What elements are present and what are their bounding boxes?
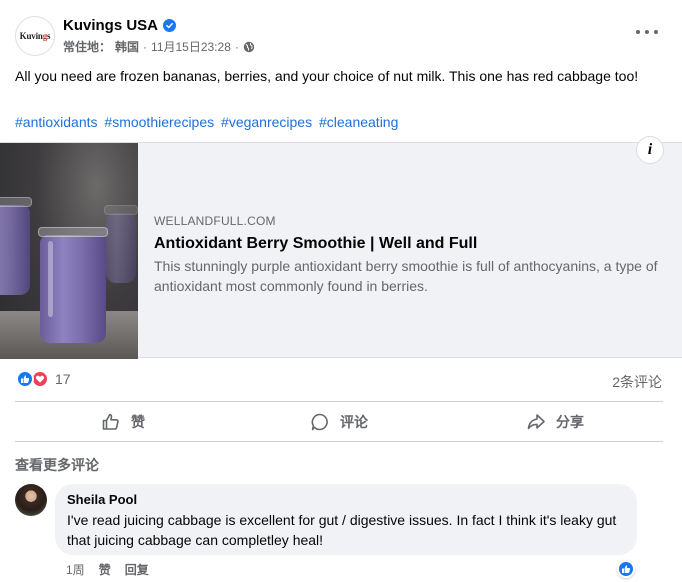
- reaction-count[interactable]: 17: [55, 371, 71, 387]
- link-description: This stunningly purple antioxidant berry…: [154, 258, 658, 294]
- link-preview[interactable]: WELLANDFULL.COM Antioxidant Berry Smooth…: [0, 142, 682, 359]
- comment-text: I've read juicing cabbage is excellent f…: [67, 512, 617, 548]
- location-label: 常住地：: [63, 40, 112, 54]
- hashtag-link[interactable]: #antioxidants: [15, 114, 98, 130]
- kuvings-logo: Kuvings: [19, 31, 51, 41]
- link-domain: WELLANDFULL.COM: [154, 214, 276, 228]
- hashtag-link[interactable]: #smoothierecipes: [104, 114, 214, 130]
- hashtags: #antioxidants #smoothierecipes #veganrec…: [15, 112, 401, 132]
- thumbs-up-icon: [102, 413, 119, 430]
- post-card: Kuvings Kuvings USA 常住地： 韩国 · 11月15日23:28…: [0, 0, 682, 582]
- commenter-avatar[interactable]: [15, 484, 47, 516]
- like-label: 赞: [131, 413, 145, 430]
- comment-author[interactable]: Sheila Pool: [67, 492, 625, 508]
- comment-time[interactable]: 1周: [66, 561, 85, 578]
- like-reaction-icon: [16, 370, 34, 388]
- comment-icon: [311, 413, 328, 430]
- hashtag-link[interactable]: #cleaneating: [319, 114, 398, 130]
- post-actions: 赞 评论 分享: [15, 402, 663, 441]
- page-avatar[interactable]: Kuvings: [15, 16, 55, 56]
- share-icon: [527, 413, 545, 429]
- smoothie-thumbnail-image[interactable]: [0, 143, 138, 359]
- meta-separator: ·: [143, 39, 148, 54]
- location-value: 韩国: [115, 40, 140, 54]
- page-name[interactable]: Kuvings USA: [63, 17, 177, 34]
- comment-button[interactable]: 评论: [231, 402, 447, 441]
- reactions-summary[interactable]: 17: [16, 370, 71, 388]
- like-button[interactable]: 赞: [15, 402, 231, 441]
- more-options-icon[interactable]: [636, 24, 658, 40]
- share-button[interactable]: 分享: [447, 402, 663, 441]
- hashtag-link[interactable]: #veganrecipes: [221, 114, 312, 130]
- post-meta: 常住地： 韩国 · 11月15日23:28 ·: [63, 38, 255, 55]
- share-label: 分享: [556, 413, 584, 430]
- divider: [15, 441, 663, 442]
- page-name-text[interactable]: Kuvings USA: [63, 17, 158, 34]
- comment-like-button[interactable]: 赞: [99, 561, 111, 578]
- post-timestamp[interactable]: 11月15日23:28: [151, 38, 231, 55]
- globe-icon: [243, 41, 255, 52]
- comment-meta: 1周 赞 回复: [66, 561, 149, 578]
- meta-separator-2: ·: [234, 39, 239, 54]
- comment-reply-button[interactable]: 回复: [125, 561, 149, 578]
- comment-bubble: Sheila Pool I've read juicing cabbage is…: [55, 484, 637, 555]
- link-preview-info[interactable]: WELLANDFULL.COM Antioxidant Berry Smooth…: [154, 213, 664, 296]
- comment-count[interactable]: 2条评论: [612, 372, 662, 392]
- comment-like-reaction-icon[interactable]: [617, 560, 635, 578]
- verified-badge-icon: [163, 19, 177, 32]
- view-more-comments-link[interactable]: 查看更多评论: [15, 455, 99, 475]
- comment-label: 评论: [340, 413, 368, 430]
- post-text: All you need are frozen bananas, berries…: [15, 68, 639, 84]
- info-icon[interactable]: i: [636, 136, 664, 164]
- link-title[interactable]: Antioxidant Berry Smoothie | Well and Fu…: [154, 234, 664, 254]
